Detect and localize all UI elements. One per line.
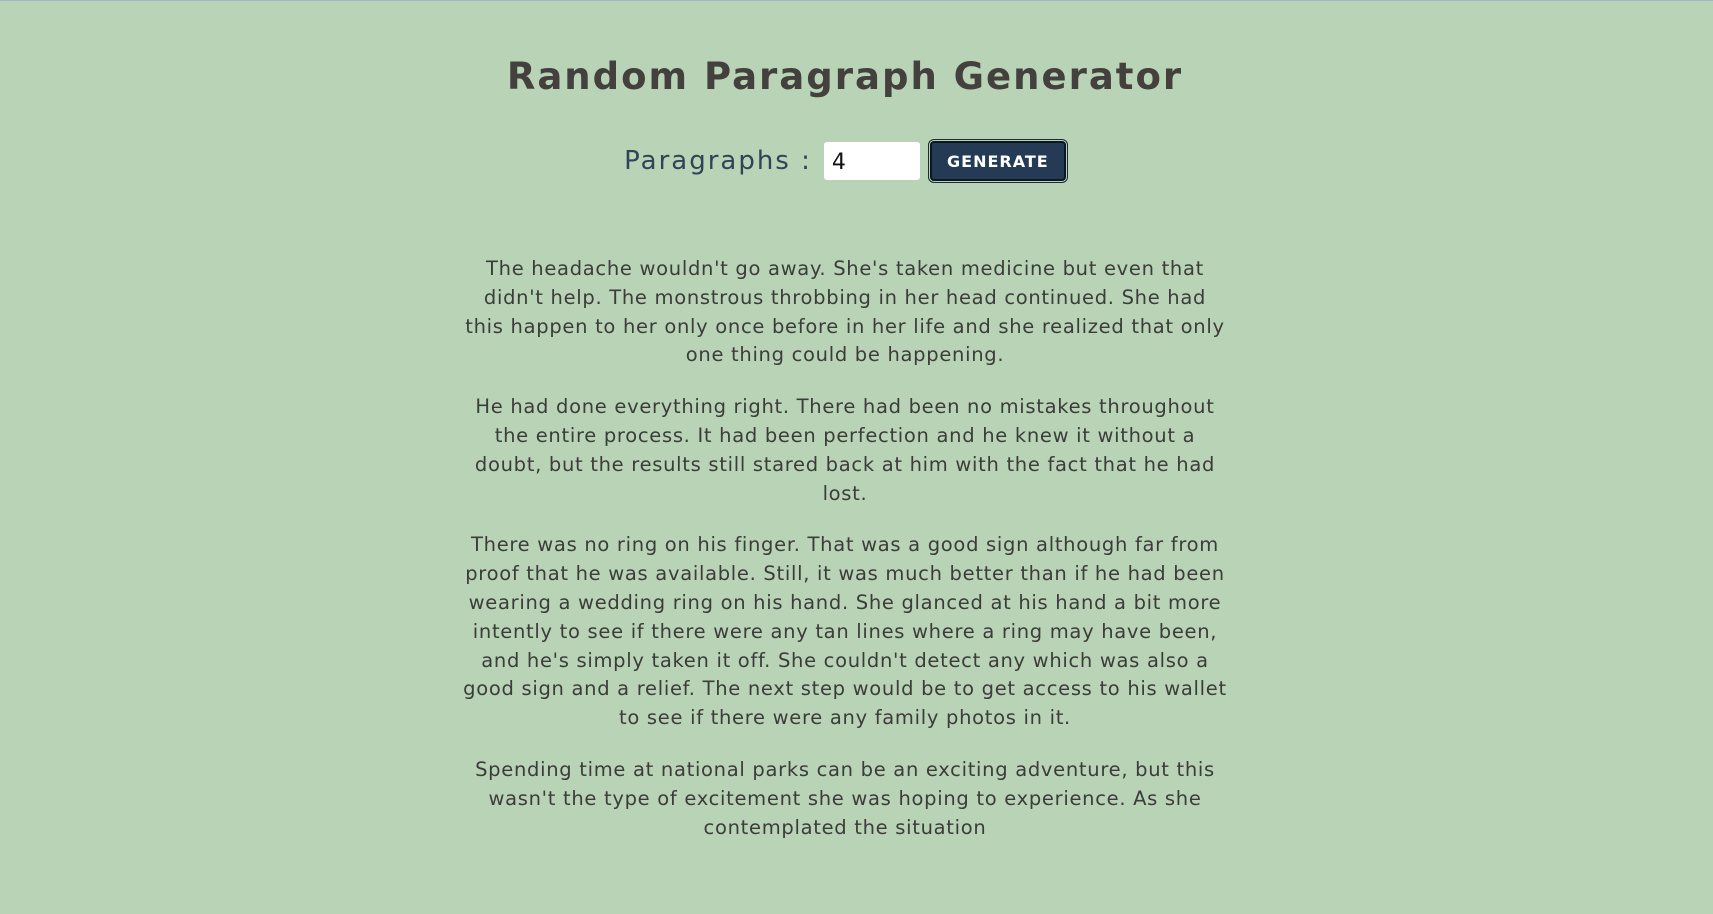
page-title: Random Paragraph Generator bbox=[506, 55, 1184, 98]
paragraphs-label: Paragraphs : bbox=[624, 146, 812, 176]
generated-paragraph: He had done everything right. There had … bbox=[474, 395, 1216, 505]
generate-button[interactable]: GENERATE bbox=[929, 141, 1066, 181]
paragraph-count-input[interactable] bbox=[823, 142, 920, 180]
generated-paragraph: The headache wouldn't go away. She's tak… bbox=[465, 257, 1225, 367]
page: Random Paragraph Generator Paragraphs : … bbox=[0, 1, 1713, 914]
generator-controls: Paragraphs : GENERATE bbox=[0, 141, 1690, 181]
generated-paragraph: There was no ring on his finger. That wa… bbox=[463, 533, 1227, 730]
paragraph-output: The headache wouldn't go away. She's tak… bbox=[463, 255, 1227, 865]
generated-paragraph: Spending time at national parks can be a… bbox=[475, 757, 1215, 839]
